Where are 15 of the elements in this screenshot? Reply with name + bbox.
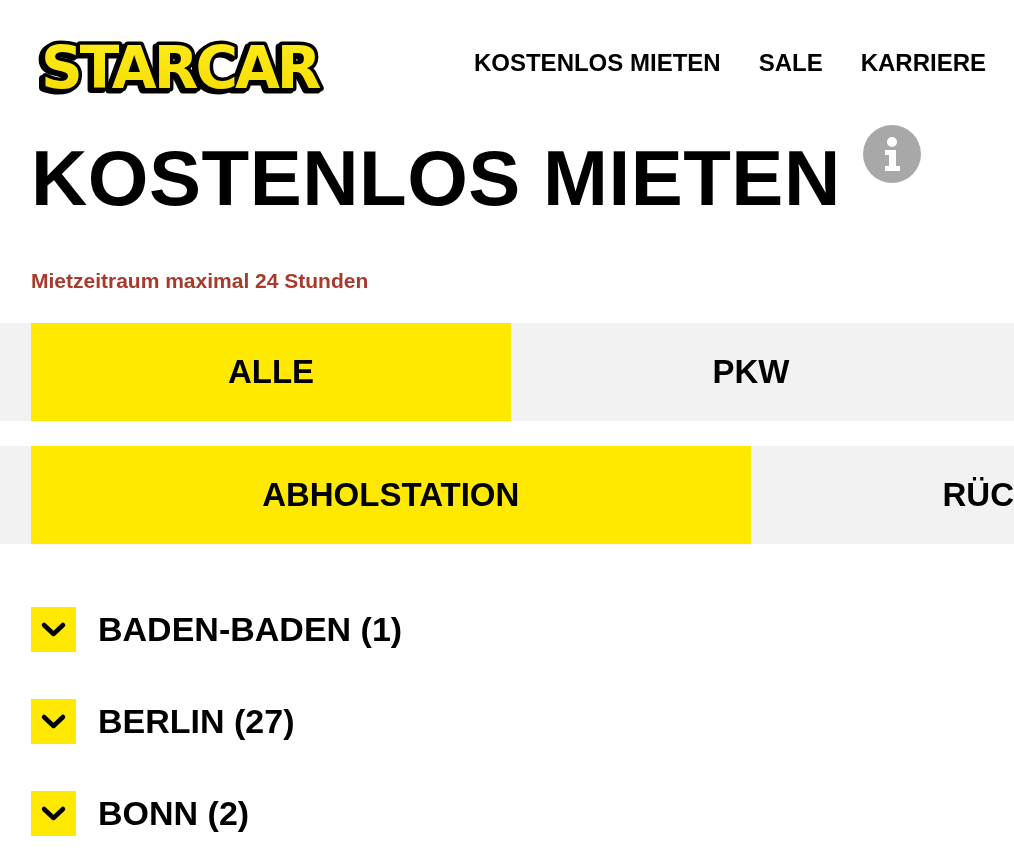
nav-link[interactable]: KARRIERE [860, 49, 986, 77]
chevron-icon[interactable] [31, 699, 76, 744]
notice-text: Mietzeitraum maximal 24 Stunden [31, 269, 370, 293]
vehicle-tab[interactable]: PKW [511, 323, 991, 421]
nav-link[interactable]: SALE [758, 49, 823, 77]
city-label[interactable]: BONN (2) [98, 794, 250, 833]
page-title: KOSTENLOS MIETEN [31, 139, 841, 217]
station-tab[interactable]: RÜC [750, 446, 1014, 544]
chevron-icon[interactable] [31, 791, 76, 836]
city-label[interactable]: BERLIN (27) [98, 702, 295, 741]
chevron-icon[interactable] [31, 607, 76, 652]
city-label[interactable]: BADEN-BADEN (1) [98, 610, 403, 649]
vehicle-tab[interactable]: ALLE [31, 323, 511, 421]
station-tab[interactable]: ABHOLSTATION [31, 446, 751, 544]
nav-link[interactable]: KOSTENLOS MIETEN [473, 49, 721, 77]
